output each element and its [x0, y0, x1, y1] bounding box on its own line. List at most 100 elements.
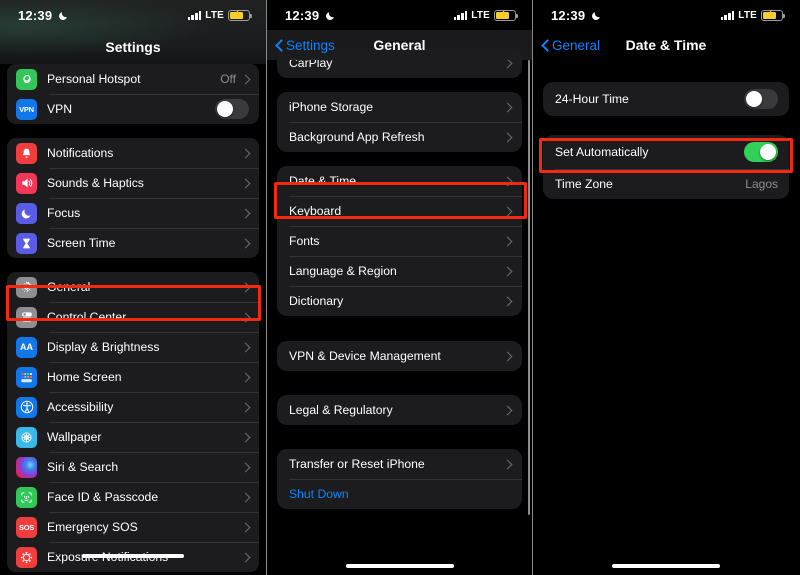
sidebar-item-wallpaper[interactable]: Wallpaper: [7, 422, 259, 452]
chevron-right-icon: [242, 178, 249, 189]
list-item-fonts[interactable]: Fonts: [277, 226, 522, 256]
screenshot-panel-date-time: 12:39 LTE ⚡ General Date & Time 24-Hour …: [533, 0, 799, 575]
sidebar-item-control-center[interactable]: Control Center: [7, 302, 259, 332]
settings-group-general: General Control Center AA Display & Brig…: [7, 272, 259, 572]
home-indicator: [345, 564, 454, 568]
status-left: 12:39: [551, 8, 602, 23]
accessibility-icon: [16, 396, 37, 418]
emergency-sos-icon: SOS: [16, 516, 37, 538]
general-group-datetime: Date & Time Keyboard Fonts Language & Re…: [277, 166, 522, 316]
status-bar-panel1: 12:39 LTE ⚡: [0, 0, 266, 30]
list-item-dictionary[interactable]: Dictionary: [277, 286, 522, 316]
status-time: 12:39: [18, 7, 53, 23]
chevron-right-icon: [242, 462, 249, 473]
chevron-right-icon: [504, 206, 511, 217]
row-label: Date & Time: [289, 174, 357, 188]
general-list: CarPlay iPhone Storage Background App Re…: [267, 48, 532, 509]
exposure-notifications-icon: [16, 546, 37, 568]
list-item-language-region[interactable]: Language & Region: [277, 256, 522, 286]
nav-bar-panel2: Settings General: [267, 30, 532, 60]
list-item-vpn-device-management[interactable]: VPN & Device Management: [277, 341, 522, 371]
row-label: Screen Time: [47, 236, 116, 250]
chevron-right-icon: [242, 312, 249, 323]
time-zone-value: Lagos: [745, 177, 778, 191]
chevron-right-icon: [242, 342, 249, 353]
row-label: Set Automatically: [555, 145, 649, 159]
datetime-group-automatic: Set Automatically Time Zone Lagos: [543, 135, 789, 199]
three-screenshot-strip: 12:39 LTE ⚡ Settings Personal Hotspot Of…: [0, 0, 800, 575]
sidebar-item-sounds-haptics[interactable]: Sounds & Haptics: [7, 168, 259, 198]
row-value: Off: [220, 72, 236, 86]
nav-bar-panel1: Settings: [0, 30, 266, 64]
scrollbar-thumb[interactable]: [527, 60, 530, 515]
sidebar-item-emergency-sos[interactable]: SOS Emergency SOS: [7, 512, 259, 542]
status-time: 12:39: [551, 7, 586, 23]
sidebar-item-general[interactable]: General: [7, 272, 259, 302]
row-label: Focus: [47, 206, 81, 220]
row-label: General: [47, 280, 91, 294]
list-item-24-hour-time[interactable]: 24-Hour Time: [543, 82, 789, 116]
list-item-set-automatically[interactable]: Set Automatically: [543, 135, 789, 169]
list-item-keyboard[interactable]: Keyboard: [277, 196, 522, 226]
list-item-time-zone[interactable]: Time Zone Lagos: [543, 169, 789, 199]
row-label: Display & Brightness: [47, 340, 160, 354]
list-item-date-time[interactable]: Date & Time: [277, 166, 522, 196]
sidebar-item-vpn[interactable]: VPN VPN: [7, 94, 259, 124]
set-automatically-toggle[interactable]: [744, 142, 778, 162]
row-label: Accessibility: [47, 400, 114, 414]
status-left: 12:39: [285, 8, 336, 23]
sidebar-item-siri-search[interactable]: Siri & Search: [7, 452, 259, 482]
sidebar-item-home-screen[interactable]: Home Screen: [7, 362, 259, 392]
sidebar-item-notifications[interactable]: Notifications: [7, 138, 259, 168]
settings-group-connectivity: Personal Hotspot Off VPN VPN: [7, 64, 259, 124]
chevron-right-icon: [242, 372, 249, 383]
page-title: General: [373, 37, 426, 53]
chevron-right-icon: [242, 402, 249, 413]
back-button-general[interactable]: General: [541, 30, 600, 60]
row-label: Shut Down: [289, 487, 349, 501]
chevron-right-icon: [242, 238, 249, 249]
chevron-right-icon: [504, 405, 511, 416]
list-item-shut-down[interactable]: Shut Down: [277, 479, 522, 509]
cellular-bars-icon: [187, 10, 202, 20]
face-id-passcode-icon: [16, 486, 37, 508]
notifications-icon: [16, 142, 37, 164]
list-item-background-app-refresh[interactable]: Background App Refresh: [277, 122, 522, 152]
24-hour-time-toggle[interactable]: [744, 89, 778, 109]
screenshot-panel-general: 12:39 LTE ⚡ Settings General CarPlay iPh…: [266, 0, 533, 575]
wallpaper-icon: [16, 426, 37, 448]
list-item-iphone-storage[interactable]: iPhone Storage: [277, 92, 522, 122]
vpn-toggle[interactable]: [215, 99, 249, 119]
crescent-moon-icon: [325, 10, 336, 21]
sidebar-item-display-brightness[interactable]: AA Display & Brightness: [7, 332, 259, 362]
crescent-moon-icon: [591, 10, 602, 21]
chevron-right-icon: [504, 296, 511, 307]
sidebar-item-focus[interactable]: Focus: [7, 198, 259, 228]
sidebar-item-accessibility[interactable]: Accessibility: [7, 392, 259, 422]
home-indicator: [82, 554, 184, 558]
row-label: Notifications: [47, 146, 114, 160]
network-label: LTE: [205, 9, 224, 21]
status-right: LTE ⚡: [720, 9, 785, 21]
row-label: Wallpaper: [47, 430, 102, 444]
row-label: Transfer or Reset iPhone: [289, 457, 425, 471]
row-label: Legal & Regulatory: [289, 403, 393, 417]
sidebar-item-personal-hotspot[interactable]: Personal Hotspot Off: [7, 64, 259, 94]
row-label: Fonts: [289, 234, 320, 248]
sidebar-item-face-id-passcode[interactable]: Face ID & Passcode: [7, 482, 259, 512]
chevron-right-icon: [242, 522, 249, 533]
cellular-bars-icon: [720, 10, 735, 20]
sidebar-item-screen-time[interactable]: Screen Time: [7, 228, 259, 258]
back-label: General: [552, 37, 601, 53]
back-button-settings[interactable]: Settings: [275, 30, 335, 60]
list-item-transfer-reset-iphone[interactable]: Transfer or Reset iPhone: [277, 449, 522, 479]
row-label: Face ID & Passcode: [47, 490, 159, 504]
status-time: 12:39: [285, 7, 320, 23]
row-label: 24-Hour Time: [555, 92, 629, 106]
list-item-legal-regulatory[interactable]: Legal & Regulatory: [277, 395, 522, 425]
